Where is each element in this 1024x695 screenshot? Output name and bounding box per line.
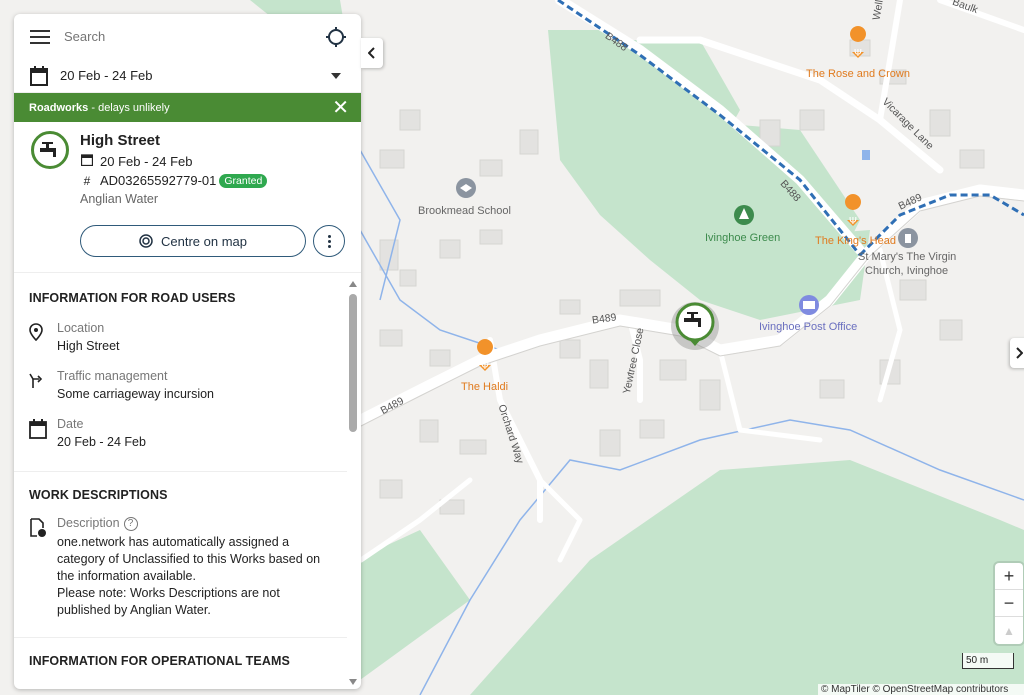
zoom-control: + − ▲ [995, 563, 1023, 644]
works-street: High Street [80, 132, 161, 149]
location-label: Location [57, 321, 105, 335]
description-label: Description [57, 516, 120, 530]
ivinghoe-green-marker [734, 205, 754, 225]
calendar-icon [30, 65, 48, 86]
scroll-down-icon[interactable] [349, 679, 357, 685]
works-reference: AD03265592779-01 [100, 173, 217, 188]
close-icon[interactable]: ✕ [332, 98, 349, 118]
description-text-1: one.network has automatically assigned a… [57, 534, 321, 583]
traffic-value: Some carriageway incursion [57, 387, 215, 401]
zoom-in-button[interactable]: + [995, 563, 1023, 590]
scroll-up-icon[interactable] [349, 281, 357, 287]
collapse-panel-button[interactable] [361, 38, 383, 68]
calendar-icon [29, 417, 57, 451]
expand-right-panel-button[interactable] [1010, 338, 1024, 368]
svg-text:Ψ: Ψ [849, 216, 857, 227]
water-tap-icon [31, 131, 69, 169]
menu-icon[interactable] [30, 29, 50, 44]
works-company: Anglian Water [80, 192, 159, 206]
compass-button[interactable]: ▲ [995, 617, 1023, 644]
banner-subtitle: - delays unlikely [88, 101, 170, 114]
works-dates: 20 Feb - 24 Feb [100, 153, 193, 169]
svg-text:Ψ: Ψ [854, 48, 862, 59]
chevron-right-icon [1015, 347, 1023, 359]
more-options-button[interactable] [313, 225, 345, 257]
svg-text:Ψ: Ψ [481, 361, 489, 372]
map-label-ivinghoe-green: Ivinghoe Green [705, 232, 781, 244]
search-bar [14, 14, 361, 59]
banner-title: Roadworks [29, 101, 89, 114]
brookmead-marker [456, 178, 476, 198]
work-descriptions-heading: WORK DESCRIPTIONS [29, 488, 168, 502]
road-users-heading: INFORMATION FOR ROAD USERS [29, 291, 236, 305]
map-label-st-marys-2: Church, Ivinghoe [865, 265, 949, 277]
post-office-marker [799, 295, 819, 315]
details-scroll-area[interactable]: INFORMATION FOR ROAD USERS Location High… [14, 273, 361, 689]
date-filter-value: 20 Feb - 24 Feb [60, 68, 153, 83]
church-marker [898, 228, 918, 248]
scrollbar-thumb[interactable] [349, 294, 357, 432]
status-badge: Granted [219, 173, 268, 188]
works-banner: Roadworks - delays unlikely ✕ [14, 93, 361, 122]
map-label-brookmead: Brookmead School [418, 205, 511, 217]
operational-teams-heading: INFORMATION FOR OPERATIONAL TEAMS [29, 653, 290, 668]
traffic-management-icon [29, 369, 57, 403]
map-attribution[interactable]: © MapTiler © OpenStreetMap contributors [818, 684, 1024, 695]
help-icon[interactable]: ? [123, 516, 138, 531]
traffic-label: Traffic management [57, 369, 168, 383]
map-label-rose-crown: The Rose and Crown [806, 68, 910, 80]
date-value: 20 Feb - 24 Feb [57, 435, 146, 449]
hash-icon: # [83, 173, 91, 188]
location-value: High Street [57, 339, 120, 353]
chevron-down-icon[interactable] [331, 72, 341, 79]
location-pin-icon [29, 321, 57, 355]
date-label: Date [57, 417, 84, 431]
date-filter[interactable]: 20 Feb - 24 Feb [14, 59, 361, 93]
target-icon [139, 234, 153, 248]
description-text-2: Please note: Works Descriptions are not … [57, 585, 280, 617]
locate-icon[interactable] [325, 26, 347, 48]
works-marker [671, 302, 719, 350]
centre-on-map-label: Centre on map [161, 233, 247, 249]
document-globe-icon [29, 516, 57, 619]
centre-on-map-button[interactable]: Centre on map [80, 225, 306, 257]
map-label-haldi: The Haldi [461, 381, 509, 393]
map-label-kings-head: The King's Head [815, 235, 896, 247]
search-input[interactable] [64, 29, 325, 44]
panel-scrollbar[interactable] [348, 278, 358, 688]
chevron-left-icon [368, 47, 376, 59]
details-panel: 20 Feb - 24 Feb Roadworks - delays unlik… [14, 14, 361, 689]
map-label-st-marys-1: St Mary's The Virgin [858, 251, 957, 263]
zoom-out-button[interactable]: − [995, 590, 1023, 617]
map-label-post-office: Ivinghoe Post Office [759, 321, 858, 333]
map-scale: 50 m [962, 653, 1014, 669]
calendar-icon [80, 153, 94, 169]
